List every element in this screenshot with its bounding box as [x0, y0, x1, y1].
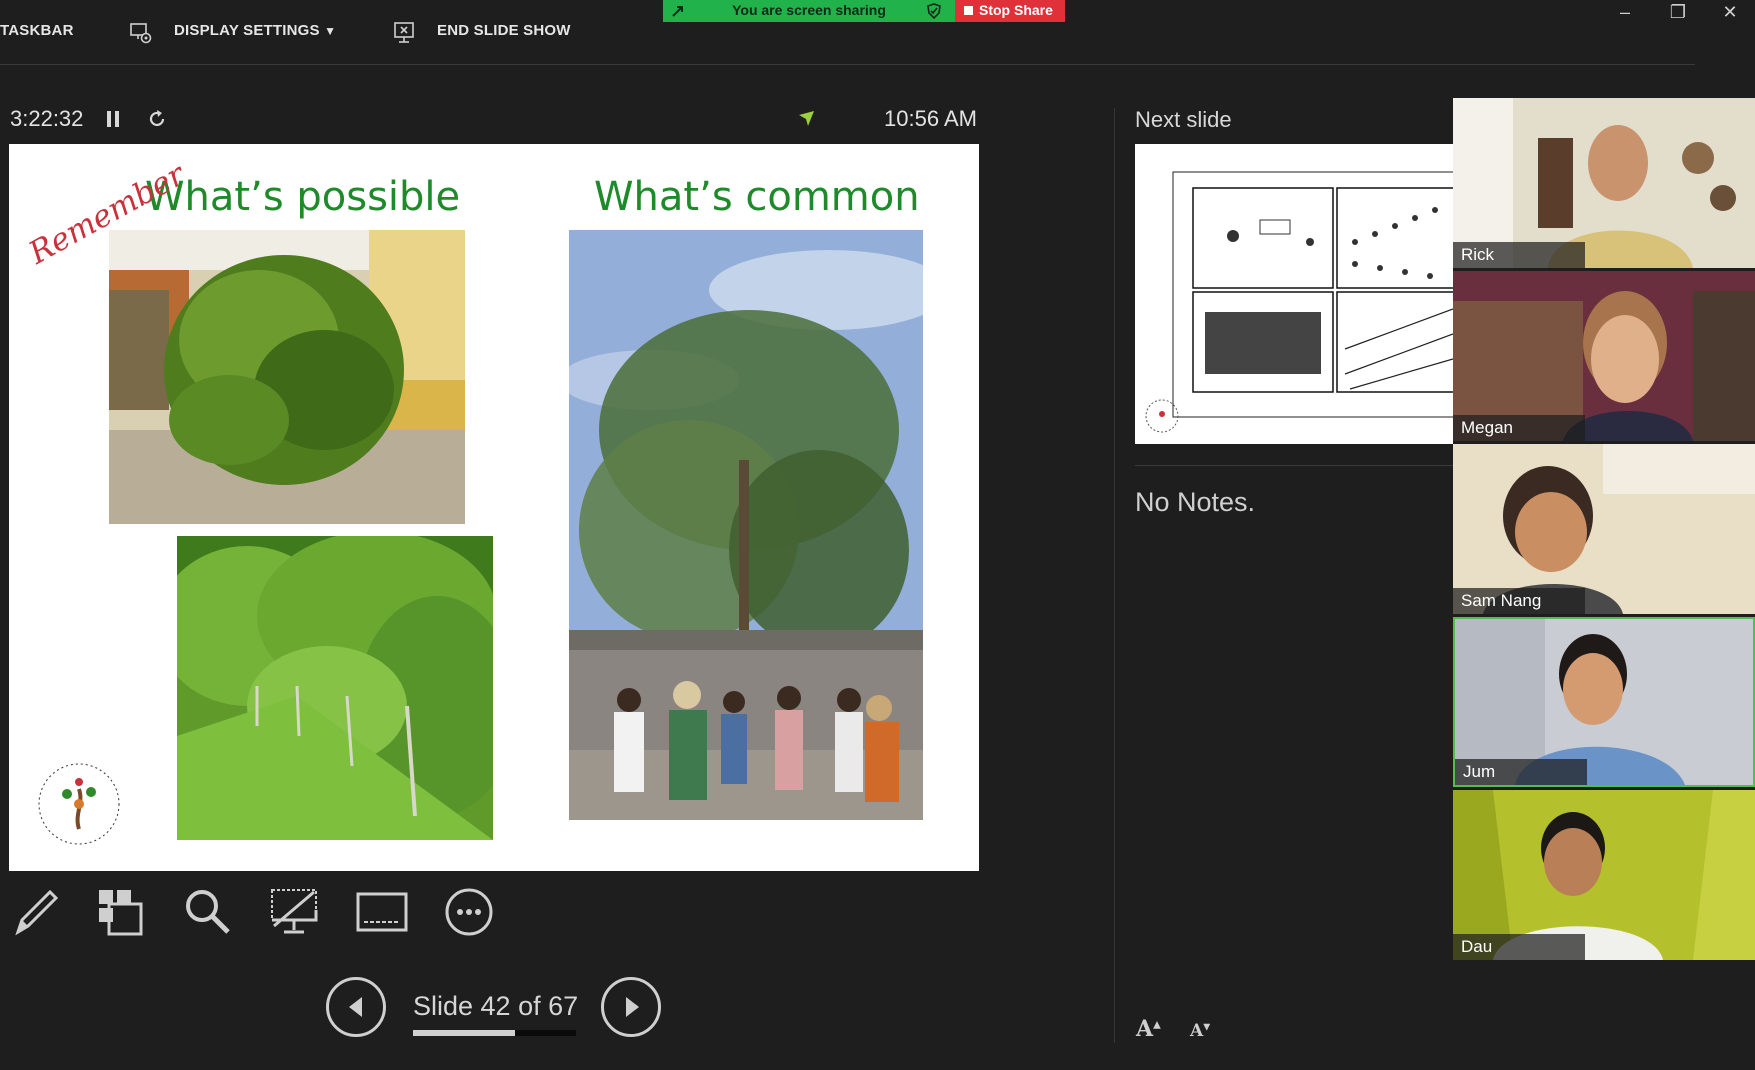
tree-row-photo [177, 536, 493, 840]
display-settings-menu[interactable]: DISPLAY SETTINGS ▼ [174, 22, 336, 39]
taskbar-button[interactable]: TASKBAR [0, 22, 74, 39]
previous-slide-button[interactable] [326, 977, 386, 1037]
participant-tile-dau[interactable]: Dau [1453, 790, 1755, 960]
font-decrease-label: A [1190, 1021, 1204, 1041]
subtitles-icon[interactable] [356, 886, 408, 938]
slide-progress-fill [413, 1030, 516, 1036]
clock: 10:56 AM [884, 106, 977, 131]
screen-share-banner: You are screen sharing Stop Share [663, 0, 1065, 22]
toolbar-divider [0, 64, 1695, 65]
participant-name-tag: Jum [1455, 759, 1587, 785]
speaker-notes: No Notes. [1135, 487, 1256, 517]
tall-tree-photo [569, 230, 923, 820]
more-options-icon[interactable] [443, 886, 495, 938]
pause-icon[interactable] [104, 108, 122, 130]
stop-share-label: Stop Share [979, 2, 1053, 18]
minimize-icon[interactable]: – [1610, 2, 1640, 23]
participant-tile-sam-nang[interactable]: Sam Nang [1453, 444, 1755, 614]
next-slide-button[interactable] [601, 977, 661, 1037]
participant-name-tag: Sam Nang [1453, 588, 1585, 614]
display-settings-icon[interactable] [128, 20, 154, 46]
participant-tile-jum[interactable]: Jum [1453, 617, 1755, 787]
reset-timer-icon[interactable] [146, 108, 168, 130]
font-increase-button[interactable]: A▲ [1136, 1016, 1161, 1042]
participant-tile-megan[interactable]: Megan [1453, 271, 1755, 441]
chevron-down-icon: ▼ [324, 24, 337, 38]
next-slide-thumbnail[interactable] [1135, 144, 1453, 444]
shrub-photo [109, 230, 465, 524]
black-screen-icon[interactable] [268, 886, 320, 938]
slide-heading-common: What’s common [594, 174, 920, 220]
end-slide-show-icon[interactable] [392, 20, 418, 46]
stop-share-button[interactable]: Stop Share [955, 0, 1065, 22]
zoom-icon[interactable] [182, 886, 234, 938]
elapsed-timer: 3:22:32 [10, 106, 84, 131]
participant-name-tag: Rick [1453, 242, 1585, 268]
participant-name-tag: Megan [1453, 415, 1585, 441]
slide-counter: Slide 42 of 67 [413, 991, 579, 1021]
share-arrow-icon [672, 6, 683, 17]
participant-name-tag: Dau [1453, 934, 1585, 960]
share-status-pill: You are screen sharing [663, 0, 955, 22]
panel-divider [1114, 108, 1115, 1043]
font-increase-label: A [1136, 1016, 1154, 1042]
participant-tile-rick[interactable]: Rick [1453, 98, 1755, 268]
organization-logo [29, 754, 129, 854]
close-icon[interactable]: ✕ [1715, 2, 1745, 23]
pen-icon[interactable] [10, 886, 62, 938]
chevron-left-icon [349, 997, 362, 1017]
shield-icon [927, 3, 941, 19]
current-slide: What’s possible What’s common Remember [9, 144, 979, 871]
chevron-right-icon [626, 997, 639, 1017]
all-slides-icon[interactable] [95, 886, 147, 938]
pointer-icon [799, 111, 814, 126]
logo-icon [38, 763, 120, 845]
next-slide-label: Next slide [1135, 107, 1232, 132]
end-slide-show-button[interactable]: END SLIDE SHOW [437, 22, 571, 39]
slide-progress-bar [413, 1030, 576, 1036]
slide-heading-possible: What’s possible [145, 174, 461, 220]
display-settings-label: DISPLAY SETTINGS [174, 22, 320, 39]
font-decrease-button[interactable]: A▼ [1190, 1021, 1210, 1041]
share-status-text: You are screen sharing [732, 2, 886, 18]
restore-icon[interactable]: ❐ [1663, 2, 1693, 23]
stop-square-icon [964, 6, 973, 15]
notes-divider [1135, 465, 1453, 466]
